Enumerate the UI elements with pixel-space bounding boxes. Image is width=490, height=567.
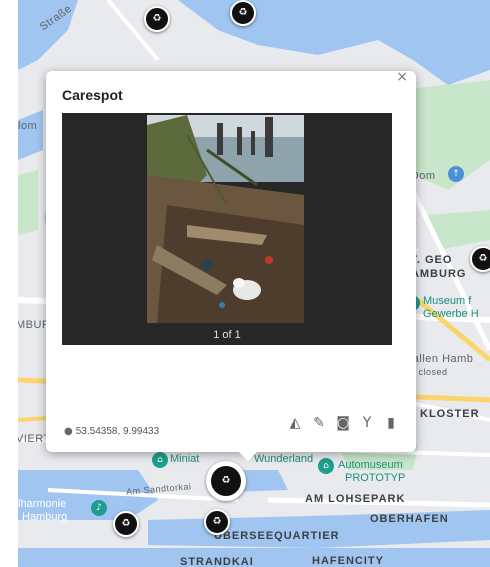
pencil-icon[interactable]: ✎ bbox=[312, 415, 326, 431]
popup-title: Carespot bbox=[62, 87, 123, 103]
camera-icon[interactable]: ◙ bbox=[336, 415, 350, 431]
photo-counter: 1 of 1 bbox=[213, 329, 241, 341]
map-label-blom: lom bbox=[18, 120, 38, 132]
close-icon[interactable]: × bbox=[396, 69, 408, 85]
coordinates-text: 53.54358, 9.99433 bbox=[75, 426, 160, 437]
map-label-elbphil-hamburg: Hamburg bbox=[22, 511, 68, 523]
map-label-automuseum: Automuseum bbox=[338, 459, 403, 471]
map-pin-icon[interactable]: ♻ bbox=[230, 0, 256, 26]
carespot-popup: × Carespot 1 of 1 ● 53.54358, 9.99433 ◭ … bbox=[46, 69, 416, 461]
map-label-miniatur: Miniat bbox=[170, 453, 200, 465]
popup-toolbar: ◭ ✎ ◙ Y ▮ bbox=[288, 415, 398, 431]
photo-viewer[interactable]: 1 of 1 bbox=[62, 113, 392, 345]
map-label-gewerbe: Gewerbe H bbox=[423, 308, 479, 320]
elbphilharmonie-poi-icon: ♪ bbox=[91, 500, 107, 516]
map-label-museum: Museum f bbox=[423, 295, 472, 307]
selected-map-pin-icon[interactable]: ♻ bbox=[206, 461, 246, 501]
map-frame: Straße lom MBUR VIERT n-Dom ↑ ST. GEO HA… bbox=[18, 0, 490, 567]
map-pin-icon[interactable]: ♻ bbox=[204, 509, 230, 535]
map-label-elbphil: lharmonie bbox=[18, 498, 67, 510]
map-label-oberhafen: OBERHAFEN bbox=[370, 513, 449, 525]
paint-bucket-icon[interactable]: ◭ bbox=[288, 415, 302, 431]
map-pin-icon[interactable]: ♻ bbox=[470, 246, 490, 272]
map-label-prototyp: PROTOTYP bbox=[345, 472, 406, 484]
map-label-strandkai: STRANDKAI bbox=[180, 556, 254, 567]
merge-icon[interactable]: Y bbox=[360, 415, 374, 431]
map-pin-icon[interactable]: ♻ bbox=[144, 6, 170, 32]
map-label-ueberseequartier: ÜBERSEEQUARTIER bbox=[214, 530, 340, 542]
carespot-photo bbox=[147, 115, 304, 323]
coordinates: ● 53.54358, 9.99433 bbox=[64, 426, 159, 437]
miniatur-poi-icon: ⌂ bbox=[152, 452, 168, 468]
map-label-wunderland: Wunderland bbox=[254, 453, 314, 465]
map-label-lohsepark: AM LOHSEPARK bbox=[305, 493, 406, 505]
dom-poi-icon: ↑ bbox=[448, 166, 464, 182]
location-pin-icon: ● bbox=[64, 426, 73, 437]
map-pin-icon[interactable]: ♻ bbox=[113, 511, 139, 537]
map-label-hafencity: HAFENCITY bbox=[312, 555, 384, 567]
automuseum-poi-icon: ⌂ bbox=[318, 458, 334, 474]
map-label-kloster: KLOSTER bbox=[420, 408, 480, 420]
trash-icon[interactable]: ▮ bbox=[384, 415, 398, 431]
